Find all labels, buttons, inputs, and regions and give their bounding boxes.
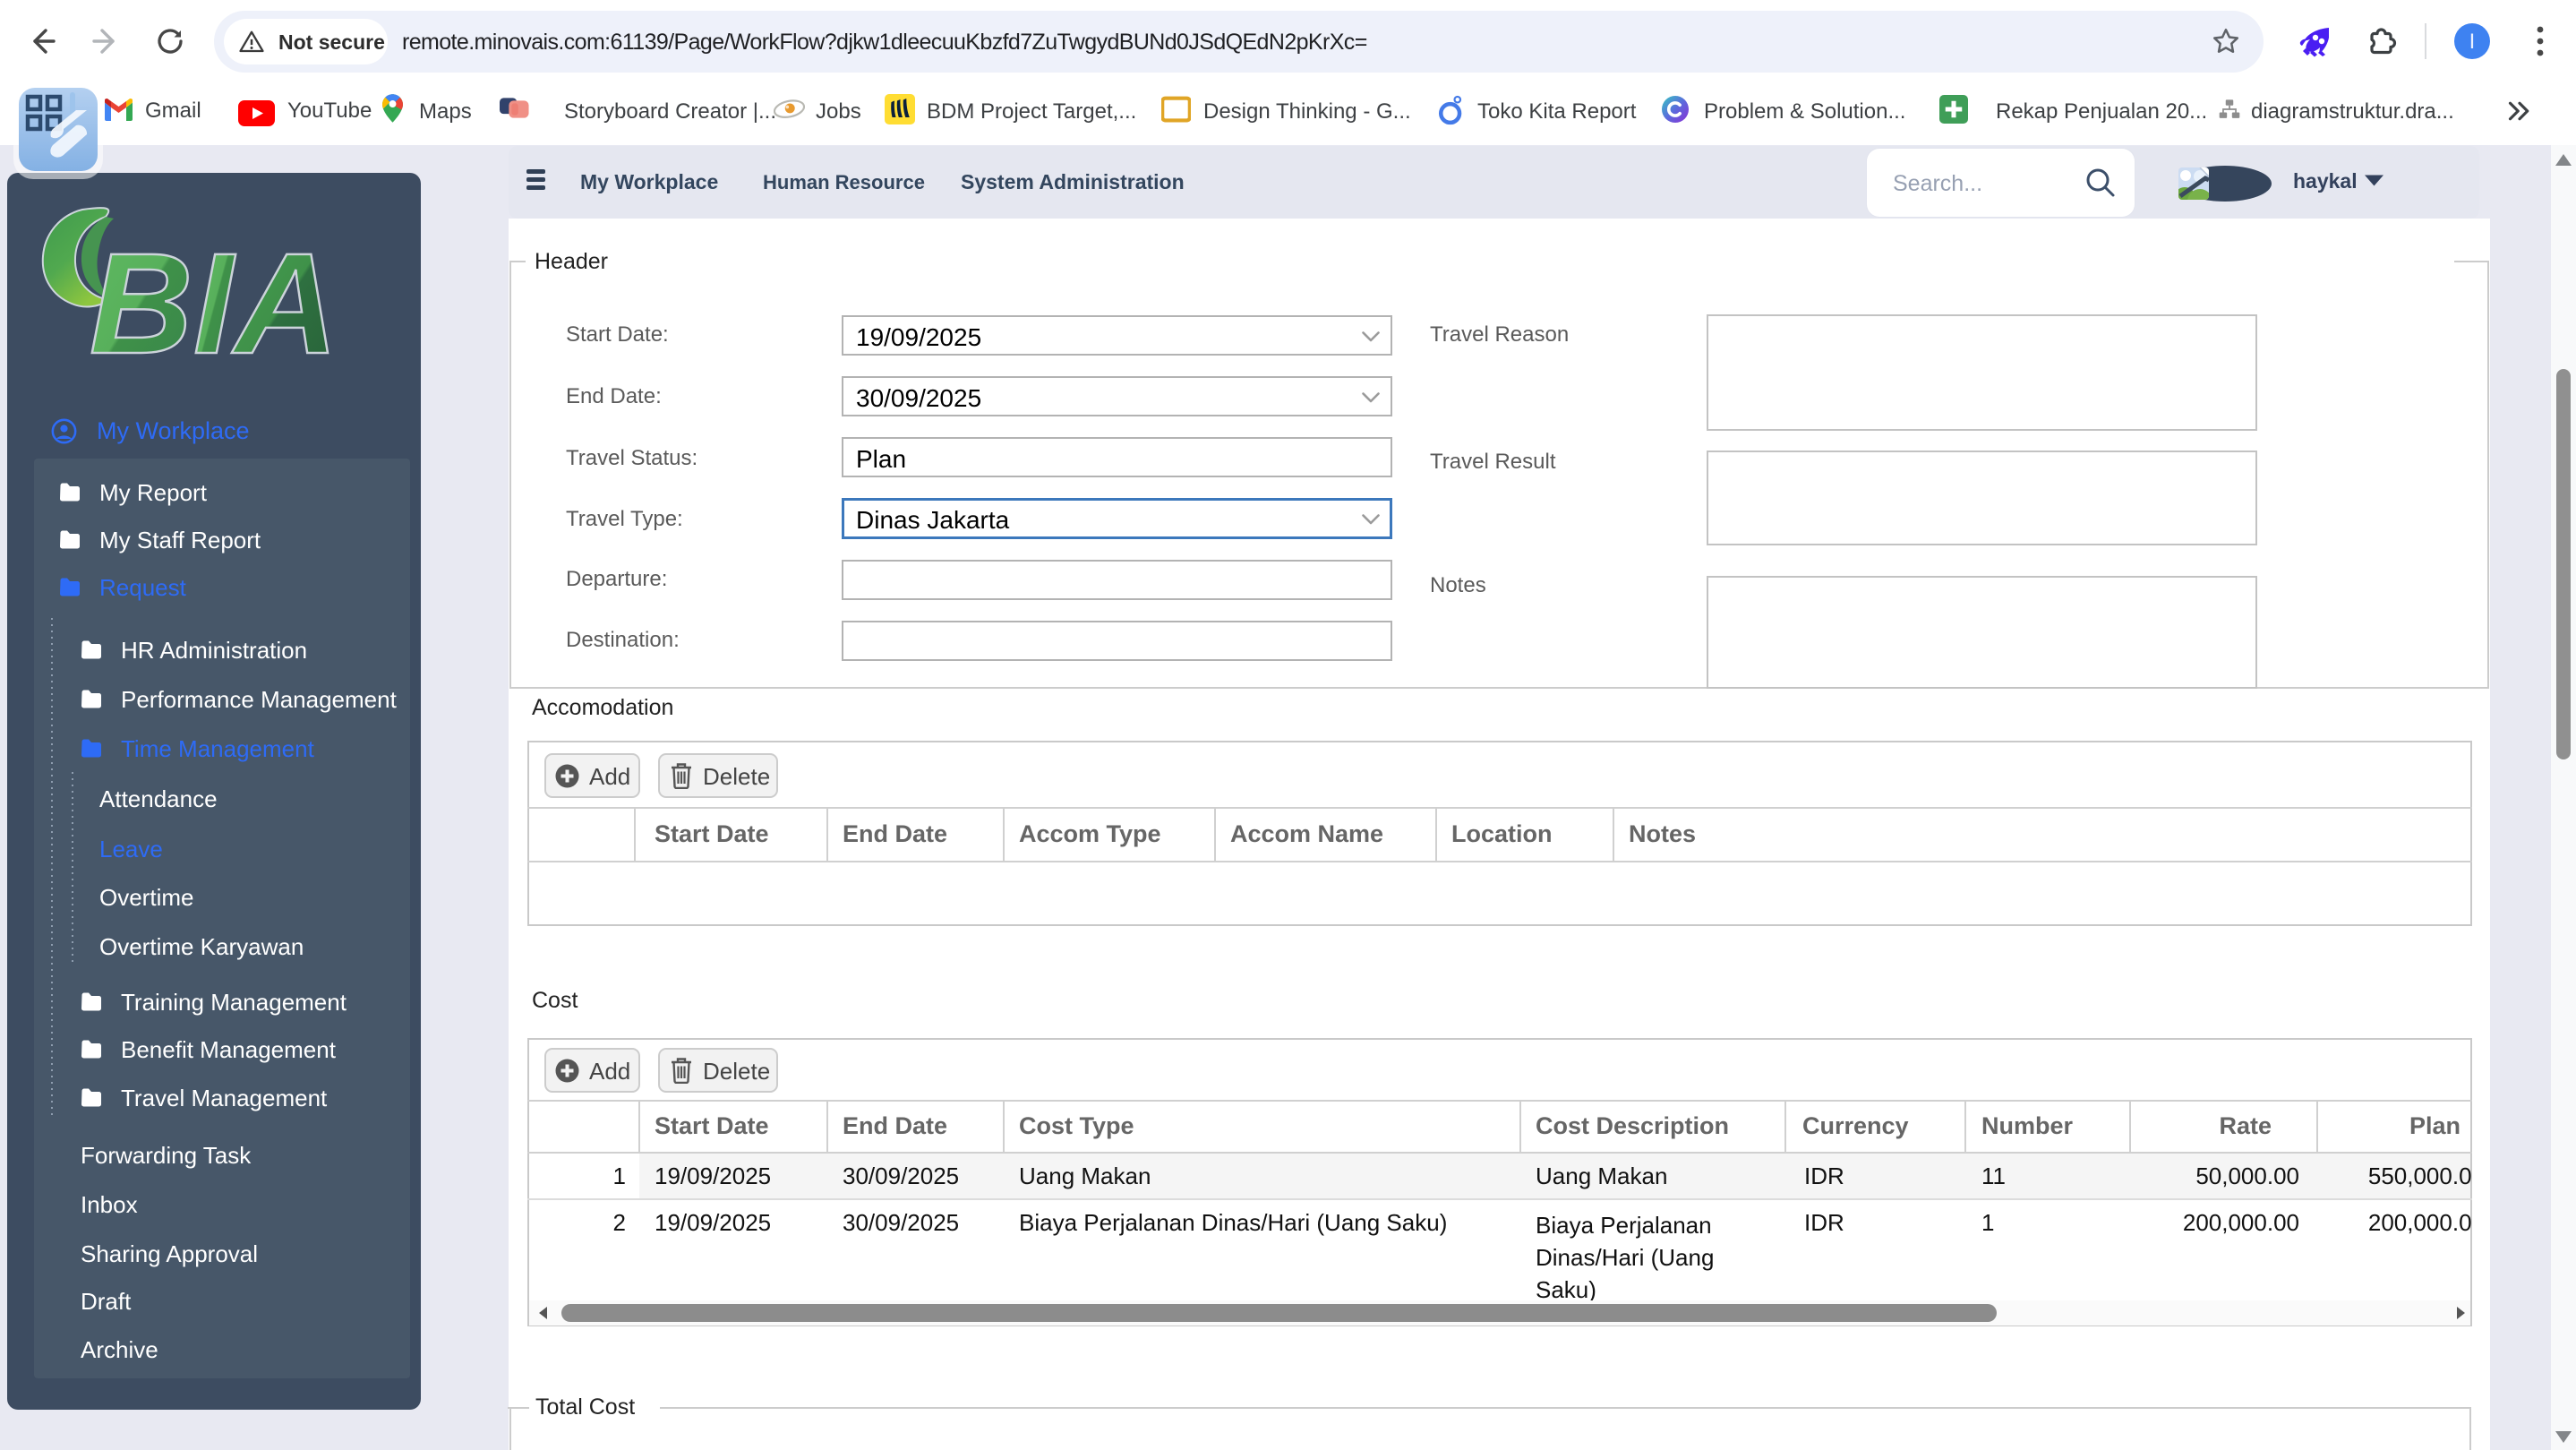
svg-text:I: I bbox=[193, 223, 236, 369]
svg-text:B: B bbox=[90, 223, 192, 369]
svg-text:A: A bbox=[231, 223, 338, 369]
